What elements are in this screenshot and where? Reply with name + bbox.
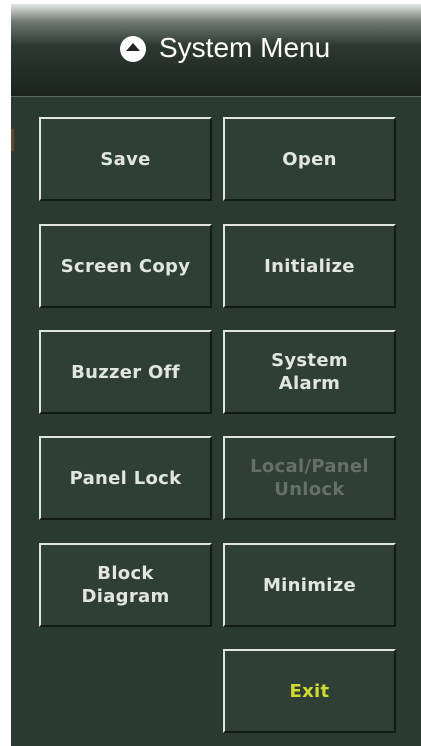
screen-copy-button[interactable]: Screen Copy: [39, 224, 212, 308]
block-diagram-button-label: Block Diagram: [81, 563, 170, 607]
chevron-up-circle-icon[interactable]: [120, 36, 146, 62]
open-button-label: Open: [282, 148, 337, 170]
buzzer-off-button-label: Buzzer Off: [71, 361, 180, 383]
initialize-button[interactable]: Initialize: [223, 224, 396, 308]
exit-button[interactable]: Exit: [223, 649, 396, 733]
minimize-button[interactable]: Minimize: [223, 543, 396, 627]
screen-copy-button-label: Screen Copy: [60, 255, 191, 277]
panel-lock-button-label: Panel Lock: [69, 467, 182, 489]
initialize-button-label: Initialize: [264, 255, 355, 277]
open-button[interactable]: Open: [223, 117, 396, 201]
edge-marker: [11, 129, 14, 151]
system-alarm-button[interactable]: System Alarm: [223, 330, 396, 414]
panel-lock-button[interactable]: Panel Lock: [39, 436, 212, 520]
exit-button-label: Exit: [289, 680, 330, 702]
block-diagram-button[interactable]: Block Diagram: [39, 543, 212, 627]
save-button-label: Save: [100, 148, 151, 170]
menu-title: System Menu: [159, 32, 331, 63]
system-menu-panel: System Menu Save Open Screen Copy Initia…: [11, 4, 421, 746]
buzzer-off-button[interactable]: Buzzer Off: [39, 330, 212, 414]
system-alarm-button-label: System Alarm: [271, 350, 348, 394]
local-panel-unlock-button-label: Local/Panel Unlock: [250, 456, 369, 500]
save-button[interactable]: Save: [39, 117, 212, 201]
local-panel-unlock-button[interactable]: Local/Panel Unlock: [223, 436, 396, 520]
minimize-button-label: Minimize: [262, 574, 357, 596]
menu-header: System Menu: [11, 4, 421, 97]
